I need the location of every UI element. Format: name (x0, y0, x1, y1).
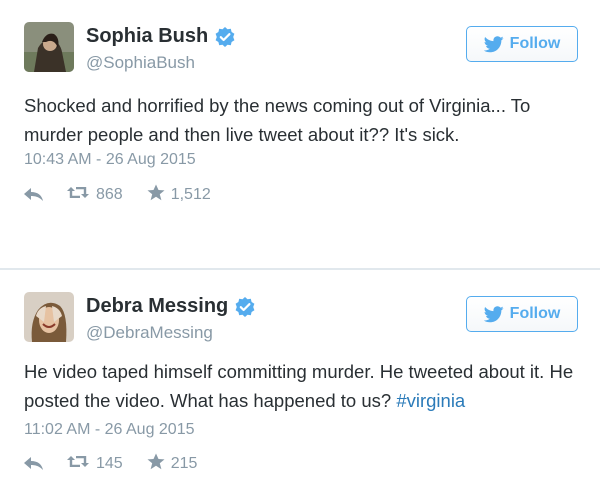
tweet-text-body: He video taped himself committing murder… (24, 361, 574, 411)
tweet-actions: 145 215 (24, 453, 197, 475)
like-count: 1,512 (170, 186, 211, 203)
username-handle[interactable]: @DebraMessing (86, 323, 213, 343)
reply-icon[interactable] (24, 188, 44, 202)
twitter-bird-icon (483, 35, 504, 53)
name-row: Sophia Bush (86, 25, 236, 48)
avatar[interactable] (24, 292, 74, 342)
follow-label: Follow (509, 305, 561, 322)
tweet-timestamp[interactable]: 11:02 AM - 26 Aug 2015 (24, 421, 195, 439)
verified-badge-icon (214, 26, 236, 48)
like-count: 215 (170, 455, 198, 472)
retweet-button[interactable]: 868 (66, 185, 123, 205)
username-handle[interactable]: @SophiaBush (86, 53, 195, 73)
follow-button[interactable]: Follow (466, 296, 578, 332)
star-icon (147, 184, 165, 206)
hashtag-link[interactable]: #virginia (396, 390, 465, 411)
like-button[interactable]: 1,512 (147, 184, 211, 206)
twitter-bird-icon (483, 305, 504, 323)
retweet-icon (66, 454, 90, 474)
reply-icon[interactable] (24, 457, 44, 471)
tweet-card: Debra Messing @DebraMessing Follow He vi… (0, 270, 600, 490)
follow-button[interactable]: Follow (466, 26, 578, 62)
tweet-text: Shocked and horrified by the news coming… (24, 91, 584, 149)
tweet-timestamp[interactable]: 10:43 AM - 26 Aug 2015 (24, 151, 196, 169)
display-name[interactable]: Debra Messing (86, 295, 228, 318)
follow-label: Follow (509, 35, 561, 52)
tweet-card: Sophia Bush @SophiaBush Follow Shocked a… (0, 0, 600, 268)
retweet-button[interactable]: 145 (66, 454, 123, 474)
like-button[interactable]: 215 (147, 453, 198, 475)
retweet-count: 145 (96, 455, 123, 472)
tweet-actions: 868 1,512 (24, 184, 211, 206)
retweet-icon (66, 185, 90, 205)
name-row: Debra Messing (86, 295, 256, 318)
tweet-text: He video taped himself committing murder… (24, 357, 584, 415)
tweet-text-body: Shocked and horrified by the news coming… (24, 95, 531, 145)
star-icon (147, 453, 165, 475)
avatar[interactable] (24, 22, 74, 72)
display-name[interactable]: Sophia Bush (86, 25, 208, 48)
verified-badge-icon (234, 296, 256, 318)
retweet-count: 868 (96, 186, 123, 203)
